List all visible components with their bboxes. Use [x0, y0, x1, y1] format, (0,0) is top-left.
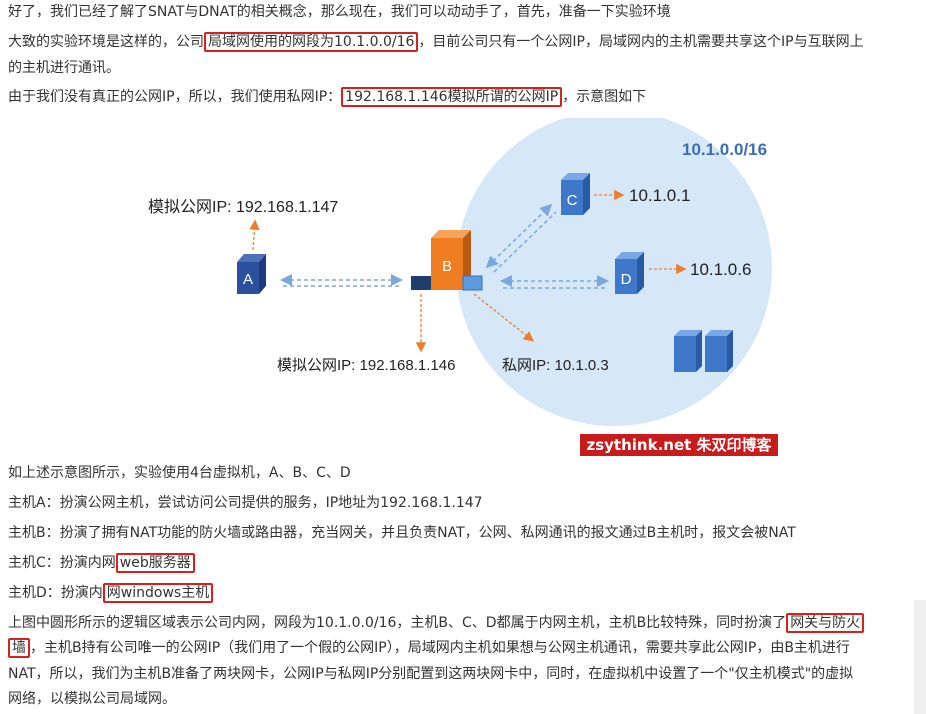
host-a: A: [237, 254, 266, 294]
host-c: C: [561, 173, 590, 215]
highlight-web-server: web服务器: [115, 553, 195, 573]
paragraph-private-ip: 由于我们没有真正的公网IP，所以，我们使用私网IP： 192.168.1.146模…: [8, 87, 646, 107]
host-a-ip-label: 模拟公网IP: 192.168.1.147: [148, 198, 338, 216]
nic-private: [462, 275, 483, 291]
highlight-wall: 墙: [8, 638, 30, 658]
network-label: 10.1.0.0/16: [682, 140, 767, 159]
watermark-logo: zsythink.net 朱双印博客: [580, 434, 778, 456]
highlight-gateway-firewall: 网关与防火: [786, 613, 865, 633]
text-segment: 由于我们没有真正的公网IP，所以，我们使用私网IP：: [8, 89, 342, 105]
host-d-ip-label: 10.1.0.6: [690, 260, 751, 279]
host-c-ip-label: 10.1.0.1: [629, 186, 690, 205]
scrollbar[interactable]: [914, 600, 926, 714]
text-segment: 上图中圆形所示的逻辑区域表示公司内网，网段为10.1.0.0/16，主机B、C、…: [8, 615, 787, 631]
paragraph-explanation-cont3: 网络，以模拟公司局域网。: [8, 691, 176, 707]
paragraph-intro: 好了，我们已经了解了SNAT与DNAT的相关概念，那么现在，我们可以动动手了，首…: [8, 4, 671, 20]
host-c-label: C: [567, 192, 578, 209]
highlight-subnet: 局域网使用的网段为10.1.0.0/16: [204, 32, 419, 52]
host-d-label: D: [621, 271, 632, 288]
host-d: D: [615, 252, 644, 294]
text-segment: 大致的实验环境是这样的，公司: [8, 34, 204, 50]
host-b-label: B: [442, 258, 452, 275]
paragraph-explanation-cont: 墙，主机B持有公司唯一的公网IP（我们用了一个假的公网IP），局域网内主机如果想…: [8, 638, 850, 658]
paragraph-environment: 大致的实验环境是这样的，公司 局域网使用的网段为10.1.0.0/16 ，目前公司只…: [8, 32, 864, 52]
text-segment: ，目前公司只有一个公网IP，局域网内的主机需要共享这个IP与互联网上: [418, 34, 864, 50]
paragraph-environment-cont: 的主机进行通讯。: [8, 60, 120, 76]
highlight-fake-public-ip: 192.168.1.146模拟所谓的公网IP: [341, 87, 563, 107]
text-segment: 主机C：扮演内网: [8, 555, 116, 571]
paragraph-host-d: 主机D：扮演内 网windows主机: [8, 583, 214, 603]
text-segment: ，示意图如下: [562, 89, 647, 105]
paragraph-explanation: 上图中圆形所示的逻辑区域表示公司内网，网段为10.1.0.0/16，主机B、C、…: [8, 613, 865, 633]
paragraph-explanation-cont2: NAT，所以，我们为主机B准备了两块网卡，公网IP与私网IP分别配置到这两块网卡…: [8, 666, 854, 682]
text-segment: ，主机B持有公司唯一的公网IP（我们用了一个假的公网IP），局域网内主机如果想与…: [30, 640, 850, 656]
text-segment: 主机D：扮演内: [8, 585, 103, 601]
paragraph-host-c: 主机C：扮演内网 web服务器: [8, 553, 195, 573]
network-diagram: 10.1.0.0/16 A 模拟公网IP: 192.168.1.147 B 模拟…: [148, 118, 772, 426]
paragraph-host-b: 主机B：扮演了拥有NAT功能的防火墙或路由器，充当网关，并且负责NAT，公网、私…: [8, 525, 796, 541]
highlight-windows-host: 网windows主机: [102, 583, 214, 603]
nic-public: [411, 276, 431, 290]
paragraph-host-a: 主机A：扮演公网主机，尝试访问公司提供的服务，IP地址为192.168.1.14…: [8, 495, 483, 511]
host-b-public-ip-label: 模拟公网IP: 192.168.1.146: [277, 357, 455, 374]
host-a-label: A: [243, 271, 253, 288]
paragraph-vm-summary: 如上述示意图所示，实验使用4台虚拟机，A、B、C、D: [8, 465, 351, 481]
host-b-private-ip-label: 私网IP: 10.1.0.3: [502, 357, 609, 374]
